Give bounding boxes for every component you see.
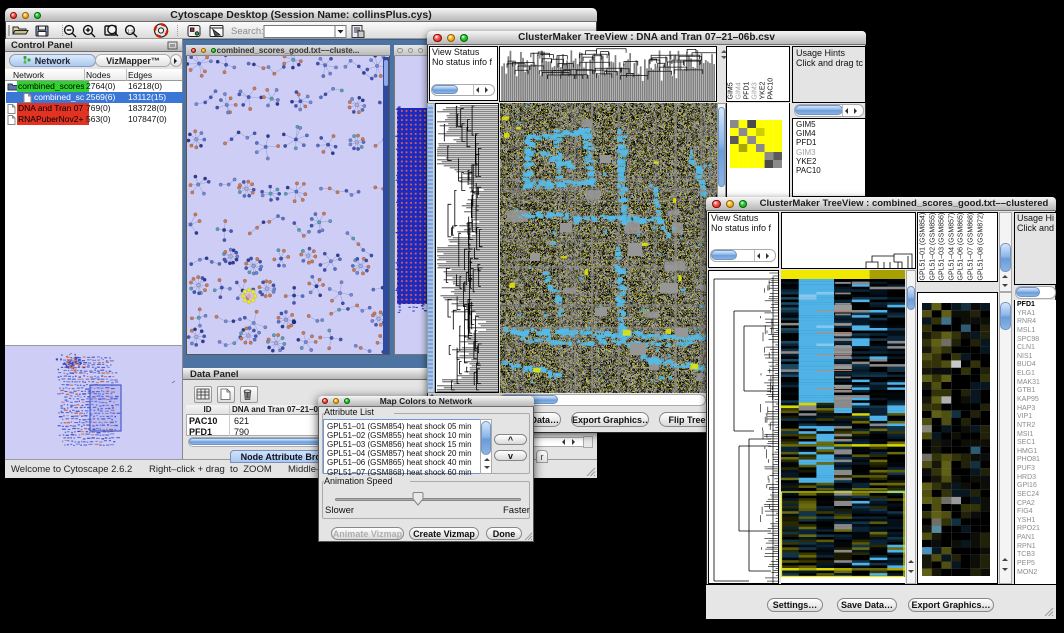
svg-text:1:1: 1:1	[127, 29, 134, 34]
svg-text:Search:: Search:	[231, 26, 264, 37]
